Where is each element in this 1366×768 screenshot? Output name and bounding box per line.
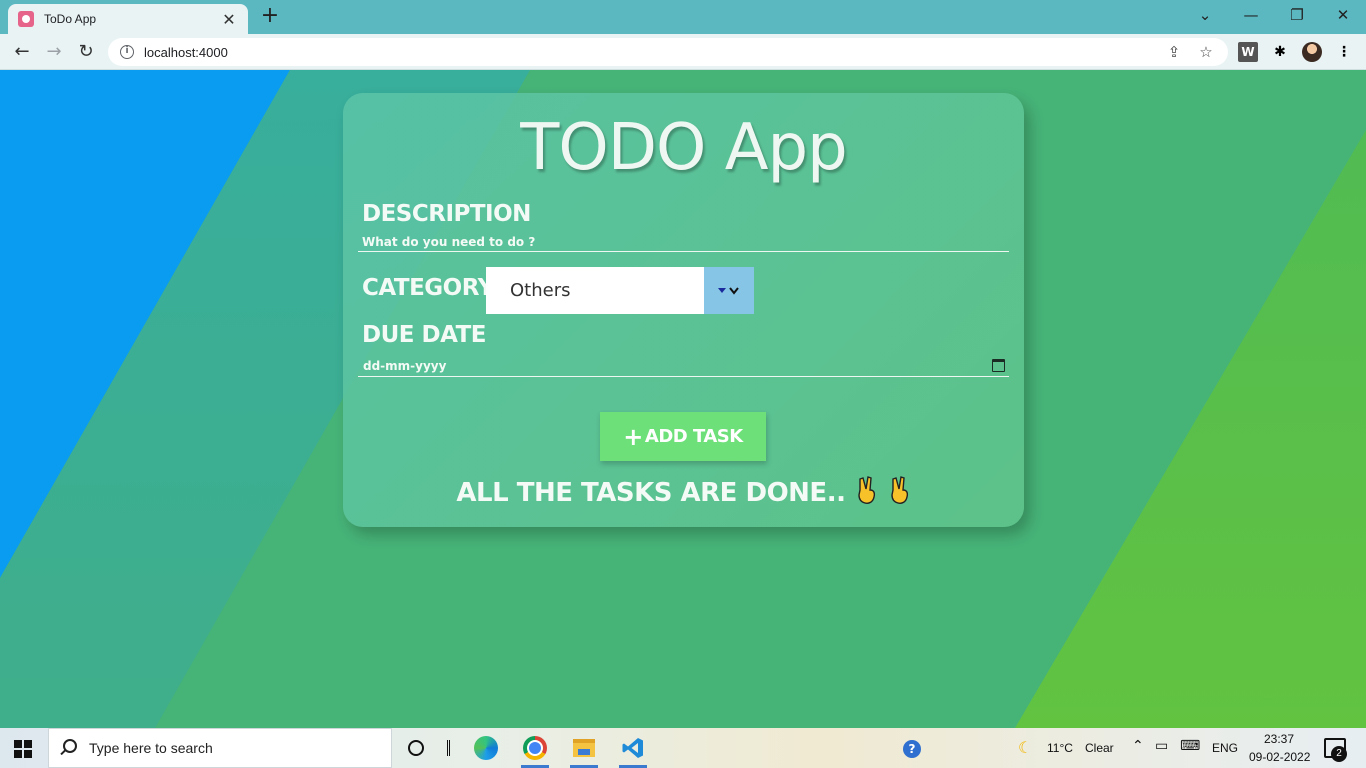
clock-time[interactable]: 23:37: [1264, 732, 1294, 746]
extensions-puzzle-icon[interactable]: ✱: [1270, 42, 1290, 62]
description-input[interactable]: [358, 232, 1009, 252]
keyboard-icon[interactable]: ⌨: [1180, 738, 1200, 754]
weather-description[interactable]: Clear: [1085, 741, 1114, 755]
battery-icon[interactable]: ▭: [1155, 738, 1168, 754]
add-task-button[interactable]: + ADD TASK: [600, 412, 766, 461]
weather-temperature[interactable]: 11°C: [1047, 741, 1073, 755]
language-indicator[interactable]: ENG: [1212, 741, 1238, 755]
due-date-placeholder: dd-mm-yyyy: [363, 358, 447, 373]
calendar-icon[interactable]: [992, 359, 1005, 372]
bookmark-star-icon[interactable]: ☆: [1196, 43, 1216, 61]
page-background: TODO App DESCRIPTION CATEGORY Others DUE…: [0, 70, 1366, 728]
windows-taskbar: Type here to search ? ☾ 11°C Clear ⌃ ▭ ⌨…: [0, 728, 1366, 768]
victory-hand-icon: [858, 476, 876, 504]
window-close-button[interactable]: ✕: [1328, 4, 1358, 28]
clock-date[interactable]: 09-02-2022: [1249, 750, 1310, 764]
help-icon[interactable]: ?: [903, 740, 921, 758]
browser-tab-strip: ToDo App ✕ + ⌄ — ❐ ✕: [0, 0, 1366, 34]
app-title: TODO App: [520, 111, 848, 185]
tab-search-icon[interactable]: ⌄: [1190, 4, 1220, 28]
chevron-down-icon[interactable]: [704, 267, 754, 314]
minimize-button[interactable]: —: [1236, 4, 1266, 28]
browser-menu-icon[interactable]: ⋮: [1334, 42, 1354, 62]
dropdown-caret-icon: [718, 286, 739, 295]
due-date-input[interactable]: dd-mm-yyyy: [358, 355, 1009, 377]
url-text[interactable]: localhost:4000: [144, 45, 1152, 60]
file-explorer-icon[interactable]: [564, 728, 604, 768]
notification-count-badge: 2: [1331, 746, 1347, 762]
forward-arrow-icon[interactable]: →: [42, 40, 66, 64]
plus-icon: +: [623, 422, 643, 451]
due-date-label: DUE DATE: [362, 322, 487, 348]
tasks-done-text: ALL THE TASKS ARE DONE..: [456, 478, 846, 508]
category-label: CATEGORY: [362, 275, 494, 301]
restore-button[interactable]: ❐: [1282, 4, 1312, 28]
weather-moon-icon[interactable]: ☾: [1018, 738, 1032, 757]
reload-icon[interactable]: ↻: [74, 40, 98, 64]
taskbar-search-box[interactable]: Type here to search: [48, 728, 392, 768]
chrome-browser-icon[interactable]: [515, 728, 555, 768]
site-info-icon[interactable]: i: [120, 45, 134, 59]
category-select[interactable]: Others: [486, 267, 754, 314]
browser-toolbar: ← → ↻ i localhost:4000 ⇪ ☆ W ✱ ⋮: [0, 34, 1366, 70]
taskbar-search-placeholder: Type here to search: [89, 740, 213, 756]
new-tab-button[interactable]: +: [258, 5, 282, 29]
tab-title: ToDo App: [44, 12, 97, 26]
extension-w-icon[interactable]: W: [1238, 42, 1258, 62]
search-icon: [63, 739, 77, 753]
windows-start-icon[interactable]: [14, 740, 32, 758]
victory-hand-icon: [890, 476, 908, 504]
todo-card: TODO App DESCRIPTION CATEGORY Others DUE…: [343, 93, 1024, 527]
back-arrow-icon[interactable]: ←: [10, 40, 34, 64]
add-task-label: ADD TASK: [644, 426, 743, 447]
vscode-icon[interactable]: [613, 728, 653, 768]
description-label: DESCRIPTION: [362, 201, 531, 227]
task-view-icon[interactable]: [428, 728, 468, 768]
app-favicon-icon: [18, 11, 34, 27]
chevron-up-icon[interactable]: ⌃: [1132, 738, 1144, 754]
share-icon[interactable]: ⇪: [1164, 43, 1184, 61]
profile-avatar[interactable]: [1302, 42, 1322, 62]
address-bar[interactable]: i localhost:4000 ⇪ ☆: [108, 38, 1228, 66]
tasks-done-message: ALL THE TASKS ARE DONE..: [343, 475, 1024, 508]
tab-close-icon[interactable]: ✕: [220, 10, 238, 29]
category-selected-value: Others: [510, 280, 571, 301]
edge-browser-icon[interactable]: [466, 728, 506, 768]
browser-tab[interactable]: ToDo App ✕: [8, 4, 248, 34]
